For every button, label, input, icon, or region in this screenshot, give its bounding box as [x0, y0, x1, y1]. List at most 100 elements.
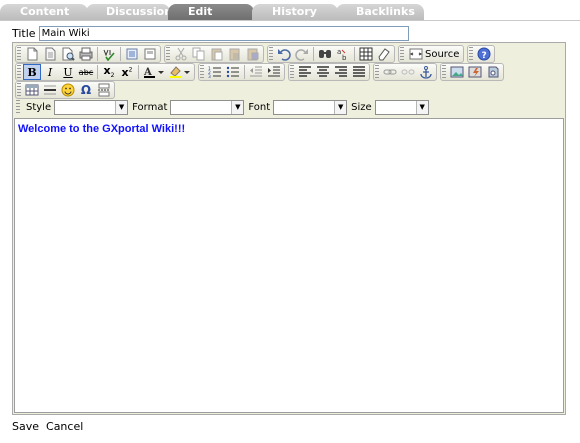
- tab-edit[interactable]: Edit: [168, 4, 254, 20]
- rich-text-editor: ab Source ? B I U abc x2 x2 A 1 2 3 Ω St…: [12, 42, 566, 415]
- unlink-icon[interactable]: [399, 64, 417, 80]
- content-text[interactable]: Welcome to the GXportal Wiki!!!: [18, 123, 185, 135]
- toolbar-grip-icon[interactable]: [17, 47, 21, 61]
- toolbar-row-3: Ω: [15, 81, 118, 99]
- toolbar-grip-icon[interactable]: [269, 47, 273, 61]
- align-right-icon[interactable]: [332, 64, 350, 80]
- superscript-button[interactable]: x2: [118, 64, 136, 80]
- numbered-list-icon[interactable]: 123: [206, 64, 224, 80]
- format-select[interactable]: ▼: [170, 99, 245, 115]
- help-icon[interactable]: ?: [475, 46, 493, 62]
- toolbar-grip-icon[interactable]: [290, 65, 294, 79]
- paste-text-icon[interactable]: [226, 46, 244, 62]
- toolbar-grip-icon[interactable]: [17, 65, 21, 79]
- toolbar-grip-icon[interactable]: [375, 65, 379, 79]
- indent-icon[interactable]: [265, 64, 283, 80]
- redo-icon[interactable]: [293, 46, 311, 62]
- subscript-button[interactable]: x2: [100, 64, 118, 80]
- size-select[interactable]: ▼: [374, 99, 429, 115]
- table-small-icon[interactable]: [23, 82, 41, 98]
- source-button[interactable]: Source: [406, 46, 462, 62]
- preview-icon[interactable]: [59, 46, 77, 62]
- eraser-icon[interactable]: [375, 46, 393, 62]
- new-page-icon[interactable]: [23, 46, 41, 62]
- save-link[interactable]: Save: [12, 420, 39, 433]
- cut-icon[interactable]: [172, 46, 190, 62]
- chevron-down-icon[interactable]: ▼: [415, 100, 428, 114]
- tab-edit-label: Edit: [188, 5, 213, 18]
- tab-backlinks[interactable]: Backlinks: [336, 4, 424, 20]
- font-select[interactable]: ▼: [273, 99, 348, 115]
- toolbar-group-document: [15, 45, 161, 63]
- replace-icon[interactable]: ab: [334, 46, 352, 62]
- copy-icon[interactable]: [190, 46, 208, 62]
- editor-toolbar: ab Source ? B I U abc x2 x2 A 1 2 3 Ω St…: [13, 43, 565, 117]
- tab-content[interactable]: Content: [0, 4, 88, 20]
- chevron-down-icon[interactable]: ▼: [334, 100, 347, 114]
- toolbar-grip-icon[interactable]: [442, 65, 446, 79]
- toolbar-grip-icon[interactable]: [166, 47, 170, 61]
- toolbar-grip-icon[interactable]: [400, 47, 404, 61]
- tab-discussion[interactable]: Discussion: [86, 4, 172, 20]
- anchor-icon[interactable]: [417, 64, 435, 80]
- toolbar-grip-icon[interactable]: [17, 83, 21, 97]
- toolbar-separator: [313, 47, 314, 61]
- save-template-icon[interactable]: [41, 46, 59, 62]
- templates-icon[interactable]: [141, 46, 159, 62]
- toolbar-grip-icon[interactable]: [469, 47, 474, 61]
- toolbar-separator: [244, 65, 245, 79]
- toolbar-combos: Style ▼ Format ▼ Font ▼ Size ▼: [16, 99, 429, 115]
- italic-icon: I: [47, 65, 53, 79]
- table-icon[interactable]: [357, 46, 375, 62]
- paste-icon[interactable]: [208, 46, 226, 62]
- toolbar-separator: [97, 47, 98, 61]
- strikethrough-icon: abc: [78, 67, 94, 77]
- tab-backlinks-label: Backlinks: [356, 5, 415, 18]
- page-break-icon[interactable]: [95, 82, 113, 98]
- chevron-down-icon[interactable]: ▼: [231, 100, 244, 114]
- bold-button[interactable]: B: [23, 64, 41, 80]
- outdent-icon[interactable]: [247, 64, 265, 80]
- style-select[interactable]: ▼: [54, 99, 129, 115]
- undo-icon[interactable]: [275, 46, 293, 62]
- align-left-icon[interactable]: [296, 64, 314, 80]
- align-center-icon[interactable]: [314, 64, 332, 80]
- justify-icon[interactable]: [350, 64, 368, 80]
- box-icon[interactable]: [484, 64, 502, 80]
- underline-button[interactable]: U: [59, 64, 77, 80]
- select-all-icon[interactable]: [123, 46, 141, 62]
- bg-color-button[interactable]: [167, 64, 193, 80]
- cancel-link[interactable]: Cancel: [46, 420, 83, 433]
- paste-word-icon[interactable]: [244, 46, 262, 62]
- bulleted-list-icon[interactable]: [224, 64, 242, 80]
- image-icon[interactable]: [448, 64, 466, 80]
- strikethrough-button[interactable]: abc: [77, 64, 95, 80]
- italic-button[interactable]: I: [41, 64, 59, 80]
- style-value: [55, 101, 115, 114]
- size-value: [376, 101, 416, 114]
- toolbar-grip-icon[interactable]: [16, 100, 20, 114]
- subscript-icon: x2: [103, 64, 115, 80]
- horizontal-rule-icon[interactable]: [41, 82, 59, 98]
- toolbar-group-format: B I U abc x2 x2 A: [15, 63, 195, 81]
- format-value: [171, 101, 231, 114]
- smiley-icon[interactable]: [59, 82, 77, 98]
- toolbar-group-clipboard: [164, 45, 264, 63]
- text-color-button[interactable]: A: [141, 64, 167, 80]
- title-input[interactable]: [38, 25, 409, 41]
- editor-content-area[interactable]: Welcome to the GXportal Wiki!!!: [14, 118, 564, 413]
- find-icon[interactable]: [316, 46, 334, 62]
- spellcheck-icon[interactable]: [100, 46, 118, 62]
- toolbar-group-lists: 123: [198, 63, 285, 81]
- tab-history[interactable]: History: [252, 4, 338, 20]
- print-icon[interactable]: [77, 46, 95, 62]
- chevron-down-icon[interactable]: ▼: [115, 100, 128, 114]
- format-label: Format: [132, 101, 168, 113]
- flash-icon[interactable]: [466, 64, 484, 80]
- link-icon[interactable]: [381, 64, 399, 80]
- bold-icon: B: [27, 65, 37, 79]
- toolbar-grip-icon[interactable]: [200, 65, 204, 79]
- source-icon: [409, 48, 423, 60]
- special-char-button[interactable]: Ω: [77, 82, 95, 98]
- form-actions: Save Cancel: [12, 420, 83, 433]
